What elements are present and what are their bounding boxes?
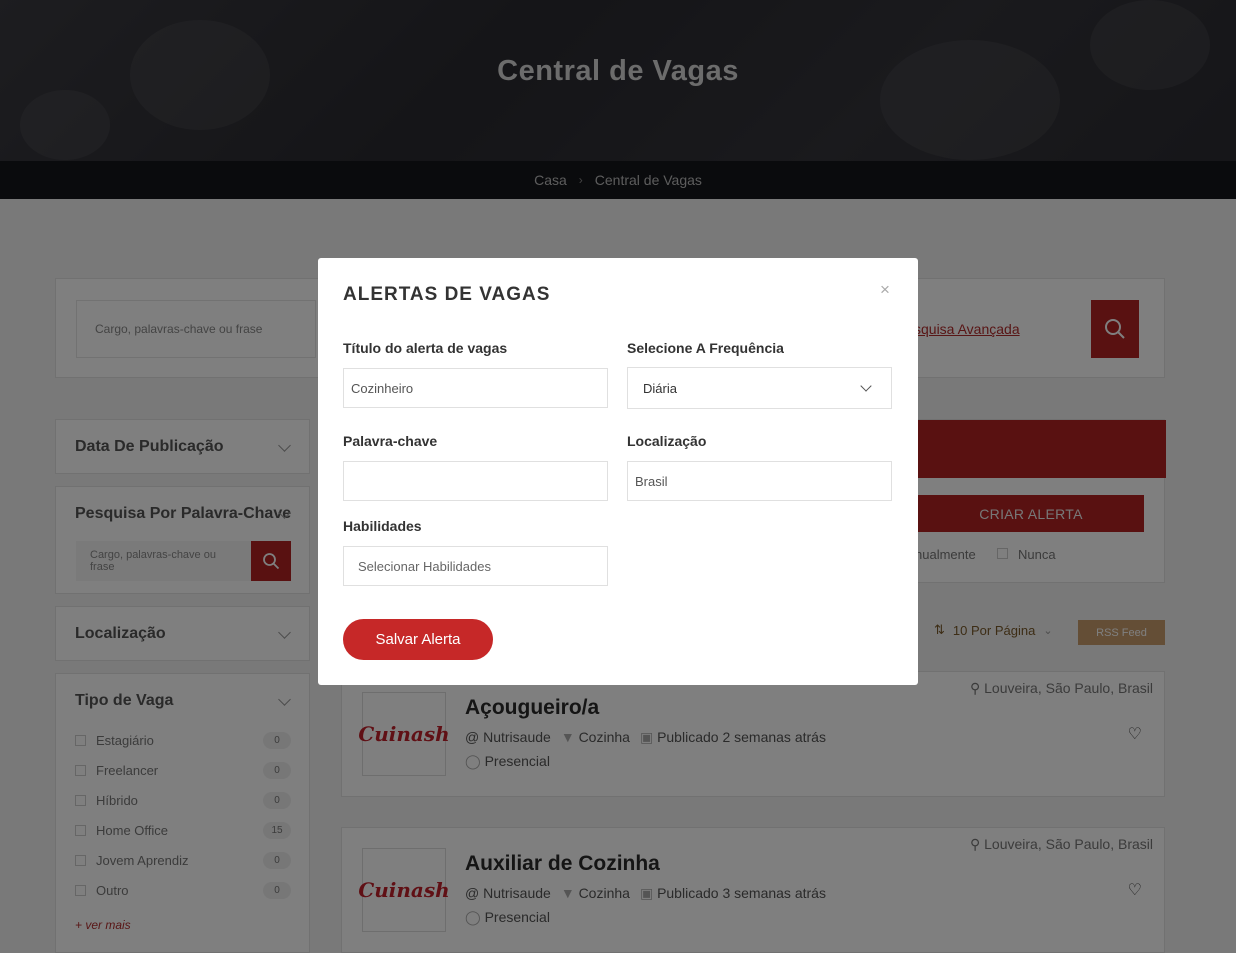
frequency-label: Selecione A Frequência [627,340,784,356]
frequency-select[interactable]: Diária [627,367,892,409]
job-alert-modal: ALERTAS DE VAGAS × Título do alerta de v… [318,258,918,685]
save-alert-button[interactable]: Salvar Alerta [343,619,493,660]
skills-select[interactable]: Selecionar Habilidades [343,546,608,586]
location-input[interactable]: Brasil [627,461,892,501]
modal-title: ALERTAS DE VAGAS [343,284,551,305]
location-label: Localização [627,433,707,449]
alert-title-label: Título do alerta de vagas [343,340,508,356]
keyword-input[interactable] [343,461,608,501]
skills-label: Habilidades [343,518,422,534]
alert-title-input[interactable]: Cozinheiro [343,368,608,408]
close-icon[interactable]: × [880,280,890,300]
chevron-down-icon [860,379,872,392]
keyword-label: Palavra-chave [343,433,438,449]
frequency-value: Diária [643,380,677,396]
